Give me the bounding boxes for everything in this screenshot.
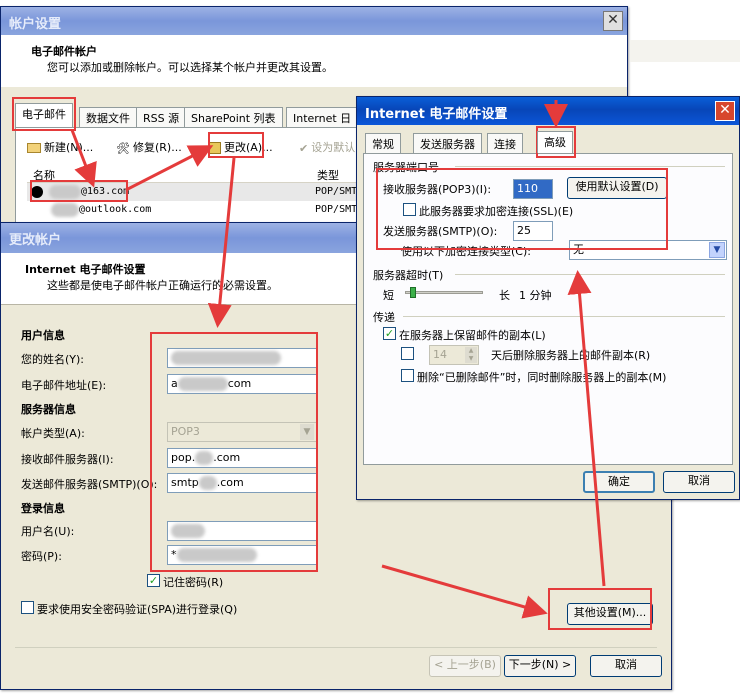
- new-mail-icon: [27, 143, 41, 153]
- spa-checkbox[interactable]: [21, 601, 34, 614]
- user-info-heading: 用户信息: [21, 329, 65, 342]
- timeout-separator: [455, 274, 725, 275]
- new-account-label: 新建(N)...: [44, 141, 94, 154]
- tab-internet-calendar[interactable]: Internet 日: [286, 107, 359, 127]
- account-type-label: 帐户类型(A):: [21, 427, 85, 440]
- remember-password-label: 记住密码(R): [163, 576, 224, 589]
- tab-email[interactable]: 电子邮件: [15, 103, 73, 127]
- timeout-slider[interactable]: [405, 287, 483, 298]
- wrench-icon: 🛠: [116, 141, 130, 155]
- incoming-server-label: 接收邮件服务器(I):: [21, 453, 114, 466]
- annotation-box-change: [208, 132, 264, 158]
- annotation-box-fields: [150, 332, 318, 572]
- account-name: @outlook.com: [79, 204, 152, 215]
- account-settings-description: 您可以添加或删除帐户。可以选择某个帐户并更改其设置。: [47, 61, 333, 74]
- dialog-cancel-button[interactable]: 取消: [663, 471, 735, 493]
- spinner-icon: ▲ ▼: [465, 347, 477, 363]
- tab-sharepoint[interactable]: SharePoint 列表: [184, 107, 283, 127]
- tab-advanced[interactable]: 高级: [537, 131, 573, 153]
- set-default-label: 设为默认: [311, 141, 356, 154]
- remove-after-label: 天后删除服务器上的邮件副本(R): [491, 349, 651, 362]
- repair-button[interactable]: 🛠 修复(R)...: [116, 139, 182, 155]
- tab-general[interactable]: 常规: [365, 133, 401, 153]
- ok-button[interactable]: 确定: [583, 471, 655, 493]
- cancel-button[interactable]: 取消: [590, 655, 662, 677]
- wizard-heading: Internet 电子邮件设置: [25, 263, 146, 276]
- outgoing-server-label: 发送邮件服务器(SMTP)(O):: [21, 478, 158, 491]
- remove-after-checkbox[interactable]: [401, 347, 414, 360]
- leave-copy-label: 在服务器上保留邮件的副本(L): [399, 329, 546, 342]
- repair-label: 修复(R)...: [132, 141, 182, 154]
- account-settings-title: 帐户设置: [9, 17, 62, 32]
- timeout-section-heading: 服务器超时(T): [373, 269, 444, 282]
- wizard-description: 这些都是使电子邮件帐户正确运行的必需设置。: [47, 279, 278, 292]
- delivery-section-heading: 传递: [373, 311, 395, 324]
- annotation-box-account: [30, 180, 128, 202]
- login-info-heading: 登录信息: [21, 502, 65, 515]
- slider-thumb[interactable]: [410, 287, 416, 298]
- account-name-redacted: [51, 203, 79, 217]
- username-label: 用户名(U):: [21, 525, 75, 538]
- spa-label: 要求使用安全密码验证(SPA)进行登录(Q): [37, 603, 238, 616]
- name-label: 您的姓名(Y):: [21, 353, 85, 366]
- password-label: 密码(P):: [21, 550, 62, 563]
- email-label: 电子邮件地址(E):: [21, 379, 107, 392]
- account-settings-heading: 电子邮件帐户: [31, 45, 97, 58]
- background-window-strip: [630, 40, 740, 62]
- account-settings-titlebar: 帐户设置 ✕: [1, 7, 627, 35]
- column-type: 类型: [317, 169, 339, 182]
- remove-when-deleted-checkbox[interactable]: [401, 369, 414, 382]
- timeout-long-label: 长: [499, 289, 510, 302]
- remove-when-deleted-label: 删除“已删除邮件”时，同时删除服务器上的副本(M): [417, 371, 667, 384]
- account-type: POP/SMT: [315, 204, 358, 215]
- account-type: POP/SMT: [315, 186, 358, 197]
- set-default-button[interactable]: ✔ 设为默认: [299, 139, 355, 155]
- delivery-separator: [403, 316, 725, 317]
- next-button[interactable]: 下一步(N) >: [504, 655, 576, 677]
- chevron-down-icon: ▼: [709, 242, 725, 258]
- annotation-box-ports: [376, 168, 668, 250]
- internet-settings-titlebar: Internet 电子邮件设置 ✕: [357, 97, 739, 125]
- tab-data-files[interactable]: 数据文件: [79, 107, 137, 127]
- tab-outgoing-server[interactable]: 发送服务器: [413, 133, 482, 153]
- server-info-heading: 服务器信息: [21, 403, 76, 416]
- remove-after-days-field[interactable]: 14 ▲ ▼: [429, 345, 479, 365]
- internet-settings-title: Internet 电子邮件设置: [365, 107, 508, 122]
- ports-separator: [455, 166, 725, 167]
- timeout-short-label: 短: [383, 289, 394, 302]
- new-account-button[interactable]: 新建(N)...: [27, 139, 93, 155]
- leave-copy-checkbox[interactable]: ✓: [383, 327, 396, 340]
- back-button[interactable]: < 上一步(B): [429, 655, 501, 677]
- close-icon[interactable]: ✕: [715, 101, 735, 121]
- remove-after-days-value: 14: [433, 348, 447, 361]
- tab-connection[interactable]: 连接: [487, 133, 523, 153]
- change-account-title: 更改帐户: [9, 233, 62, 248]
- tab-rss[interactable]: RSS 源: [136, 107, 187, 127]
- checkmark-circle-icon: ✔: [299, 141, 309, 155]
- close-icon[interactable]: ✕: [603, 11, 623, 31]
- wizard-separator: [15, 647, 657, 648]
- annotation-box-more-settings: [548, 588, 652, 630]
- remember-password-checkbox[interactable]: ✓: [147, 574, 160, 587]
- timeout-value: 1 分钟: [519, 289, 552, 302]
